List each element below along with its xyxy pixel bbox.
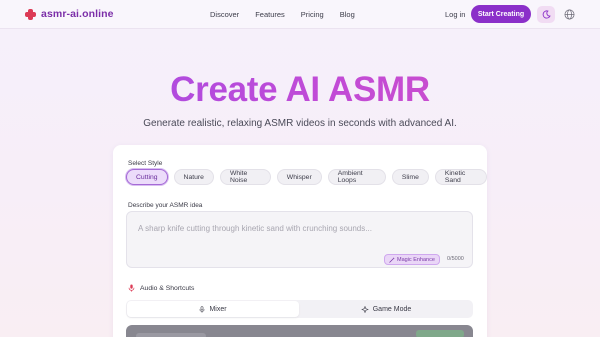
tab-mixer-label: Mixer xyxy=(209,305,227,313)
audio-shortcuts-header: Audio & Shortcuts xyxy=(128,284,194,292)
generator-card: Select Style Cutting Nature White Noise … xyxy=(113,145,487,337)
nav-links: Discover Features Pricing Blog xyxy=(210,10,355,19)
mixer-status-badge xyxy=(416,330,464,337)
mode-tabs: Mixer Game Mode xyxy=(126,300,473,318)
theme-toggle-button[interactable] xyxy=(537,6,555,23)
globe-icon[interactable] xyxy=(564,9,575,20)
idea-textarea[interactable]: A sharp knife cutting through kinetic sa… xyxy=(126,211,473,268)
brand-logo[interactable]: asmr-ai.online xyxy=(25,8,114,20)
nav-link-pricing[interactable]: Pricing xyxy=(301,10,324,19)
idea-label: Describe your ASMR idea xyxy=(128,202,203,209)
magic-enhance-button[interactable]: Magic Enhance xyxy=(384,254,440,265)
style-chip-white-noise[interactable]: White Noise xyxy=(219,169,271,185)
start-creating-button[interactable]: Start Creating xyxy=(471,5,531,23)
login-link[interactable]: Log in xyxy=(445,10,465,19)
idea-placeholder: A sharp knife cutting through kinetic sa… xyxy=(138,224,372,233)
tab-mixer[interactable]: Mixer xyxy=(127,301,299,317)
microphone-icon xyxy=(128,284,135,292)
style-chip-slime[interactable]: Slime xyxy=(391,169,429,185)
wand-icon xyxy=(389,256,395,263)
magic-enhance-label: Magic Enhance xyxy=(397,256,435,263)
top-navbar: asmr-ai.online Discover Features Pricing… xyxy=(0,0,600,29)
tab-game-mode[interactable]: Game Mode xyxy=(300,301,472,317)
style-chip-whisper[interactable]: Whisper xyxy=(276,169,322,185)
nav-link-discover[interactable]: Discover xyxy=(210,10,239,19)
cross-logo-icon xyxy=(25,8,36,20)
hero-title: Create AI ASMR xyxy=(0,70,600,110)
style-chip-kinetic-sand[interactable]: Kinetic Sand xyxy=(434,169,487,185)
style-chips: Cutting Nature White Noise Whisper Ambie… xyxy=(126,169,487,185)
style-chip-ambient-loops[interactable]: Ambient Loops xyxy=(327,169,386,185)
brand-name: asmr-ai.online xyxy=(41,8,114,20)
moon-icon xyxy=(542,10,551,19)
nav-link-blog[interactable]: Blog xyxy=(340,10,355,19)
nav-link-features[interactable]: Features xyxy=(255,10,285,19)
tab-game-mode-label: Game Mode xyxy=(372,305,412,313)
char-counter: 0/5000 xyxy=(447,256,464,262)
gamepad-icon xyxy=(360,305,369,313)
style-chip-nature[interactable]: Nature xyxy=(173,169,214,185)
microphone-icon xyxy=(199,305,205,313)
mixer-title-placeholder xyxy=(136,333,206,337)
audio-shortcuts-label: Audio & Shortcuts xyxy=(140,284,195,292)
mixer-panel xyxy=(126,325,473,337)
select-style-label: Select Style xyxy=(128,160,163,167)
hero-subtitle: Generate realistic, relaxing ASMR videos… xyxy=(143,118,457,129)
style-chip-cutting[interactable]: Cutting xyxy=(126,169,168,185)
